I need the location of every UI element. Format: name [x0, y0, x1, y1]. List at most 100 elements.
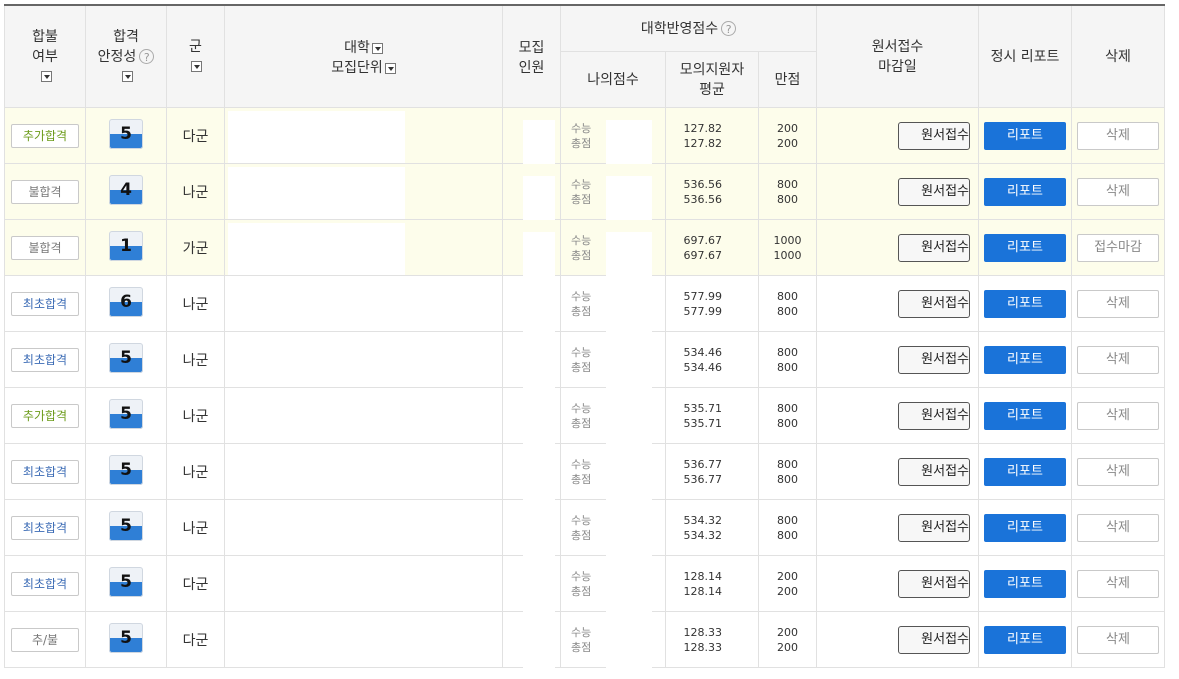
delete-button[interactable]: 삭제	[1077, 177, 1159, 206]
stability-value: 5	[120, 123, 132, 144]
full-score-cell: 200 200	[758, 555, 817, 612]
redacted-block	[606, 624, 652, 670]
apply-button[interactable]: 원서접수	[898, 345, 970, 374]
stability-value: 5	[120, 515, 132, 536]
redacted-block	[228, 615, 405, 667]
table-row: 추/불 5 다군 수능 총점 128.33 128.33 200 200 원서접수 리…	[4, 611, 1165, 670]
apply-button[interactable]: 원서접수	[898, 401, 970, 430]
apply-button[interactable]: 원서접수	[898, 289, 970, 318]
table-row: 추가합격 5 다군 수능 총점 127.82 127.82 200 200 원서접수 …	[4, 107, 1165, 166]
report-cell: 리포트	[978, 107, 1072, 164]
report-cell: 리포트	[978, 611, 1072, 668]
result-badge: 최초합격	[11, 291, 79, 316]
report-button[interactable]: 리포트	[984, 345, 1066, 374]
apply-button[interactable]: 원서접수	[898, 233, 970, 262]
delete-cell: 삭제	[1071, 107, 1165, 164]
recruit-cell	[502, 555, 561, 614]
univ-dropdown-icon[interactable]	[371, 42, 383, 54]
mock-avg-cell: 128.33 128.33	[665, 611, 759, 668]
full-score-cell: 800 800	[758, 163, 817, 220]
header-univ: 대학 모집단위	[224, 4, 503, 108]
report-button[interactable]: 리포트	[984, 569, 1066, 598]
stability-gauge-icon: 4	[109, 174, 143, 205]
stability-cell: 1	[85, 219, 167, 276]
apply-button[interactable]: 원서접수	[898, 457, 970, 486]
mock-avg-cell: 128.14 128.14	[665, 555, 759, 612]
univ-unit-cell	[224, 443, 503, 500]
stability-value: 1	[120, 235, 132, 256]
full-score-cell: 800 800	[758, 499, 817, 556]
table-row: 불합격 4 나군 수능 총점 536.56 536.56 800 800 원서접수 리…	[4, 163, 1165, 222]
result-badge: 최초합격	[11, 459, 79, 484]
apply-button[interactable]: 원서접수	[898, 569, 970, 598]
stability-gauge-icon: 5	[109, 510, 143, 541]
univ-unit-cell	[224, 219, 503, 276]
redacted-block	[606, 568, 652, 614]
result-dropdown-icon[interactable]	[40, 71, 52, 82]
header-score-group: 대학반영점수?	[560, 4, 817, 52]
report-cell: 리포트	[978, 163, 1072, 220]
delete-button[interactable]: 삭제	[1077, 121, 1159, 150]
delete-button[interactable]: 삭제	[1077, 457, 1159, 486]
header-stability: 합격 안정성?	[85, 4, 167, 108]
unit-dropdown-icon[interactable]	[384, 62, 396, 74]
stability-value: 5	[120, 571, 132, 592]
stability-value: 5	[120, 403, 132, 424]
redacted-block	[228, 223, 405, 275]
recruit-cell	[502, 163, 561, 222]
redacted-block	[523, 568, 555, 614]
redacted-block	[228, 167, 405, 219]
report-button[interactable]: 리포트	[984, 457, 1066, 486]
table-row: 최초합격 6 나군 수능 총점 577.99 577.99 800 800 원서접수 …	[4, 275, 1165, 334]
application-table-wrapper: 합불 여부 합격 안정성? 군 대학 모집단위 모집 인원 대학반영점수 ? 원…	[4, 4, 1165, 670]
delete-button[interactable]: 삭제	[1077, 569, 1159, 598]
stability-gauge-icon: 5	[109, 622, 143, 653]
recruit-cell	[502, 107, 561, 166]
mock-avg-cell: 577.99 577.99	[665, 275, 759, 332]
report-button[interactable]: 리포트	[984, 513, 1066, 542]
redacted-block	[228, 279, 405, 331]
stability-gauge-icon: 5	[109, 566, 143, 597]
recruit-cell	[502, 219, 561, 278]
apply-button[interactable]: 원서접수	[898, 625, 970, 654]
table-row: 불합격 1 가군 수능 총점 697.67 697.67 1000 1000 원서접수…	[4, 219, 1165, 278]
deadline-cell: 원서접수	[816, 555, 979, 612]
header-full-score: 만점	[758, 51, 817, 108]
report-button[interactable]: 리포트	[984, 177, 1066, 206]
delete-button[interactable]: 삭제	[1077, 289, 1159, 318]
apply-button[interactable]: 원서접수	[898, 121, 970, 150]
result-badge: 최초합격	[11, 347, 79, 372]
table-row: 최초합격 5 나군 수능 총점 534.46 534.46 800 800 원서접수 …	[4, 331, 1165, 390]
group-dropdown-icon[interactable]	[191, 61, 202, 72]
redacted-block	[523, 512, 555, 558]
stability-gauge-icon: 5	[109, 454, 143, 485]
stability-cell: 5	[85, 387, 167, 444]
recruit-cell	[502, 611, 561, 670]
redacted-block	[523, 288, 555, 334]
stability-help-icon[interactable]: ?	[139, 49, 155, 64]
delete-button[interactable]: 삭제	[1077, 513, 1159, 542]
delete-cell: 삭제	[1071, 331, 1165, 388]
report-button[interactable]: 리포트	[984, 289, 1066, 318]
result-cell: 추/불	[4, 611, 86, 668]
delete-button[interactable]: 접수마감	[1077, 233, 1159, 262]
delete-button[interactable]: 삭제	[1077, 345, 1159, 374]
stability-dropdown-icon[interactable]	[121, 71, 133, 82]
stability-cell: 5	[85, 499, 167, 556]
result-badge: 불합격	[11, 179, 79, 204]
report-button[interactable]: 리포트	[984, 121, 1066, 150]
delete-button[interactable]: 삭제	[1077, 401, 1159, 430]
redacted-block	[606, 400, 652, 446]
header-result: 합불 여부	[4, 4, 86, 108]
my-score-cell: 수능 총점	[560, 331, 666, 390]
report-button[interactable]: 리포트	[984, 401, 1066, 430]
score-help-icon[interactable]: ?	[721, 21, 737, 36]
delete-button[interactable]: 삭제	[1077, 625, 1159, 654]
report-button[interactable]: 리포트	[984, 625, 1066, 654]
apply-button[interactable]: 원서접수	[898, 177, 970, 206]
my-score-cell: 수능 총점	[560, 219, 666, 278]
report-button[interactable]: 리포트	[984, 233, 1066, 262]
apply-button[interactable]: 원서접수	[898, 513, 970, 542]
stability-gauge-icon: 5	[109, 118, 143, 149]
delete-cell: 삭제	[1071, 275, 1165, 332]
